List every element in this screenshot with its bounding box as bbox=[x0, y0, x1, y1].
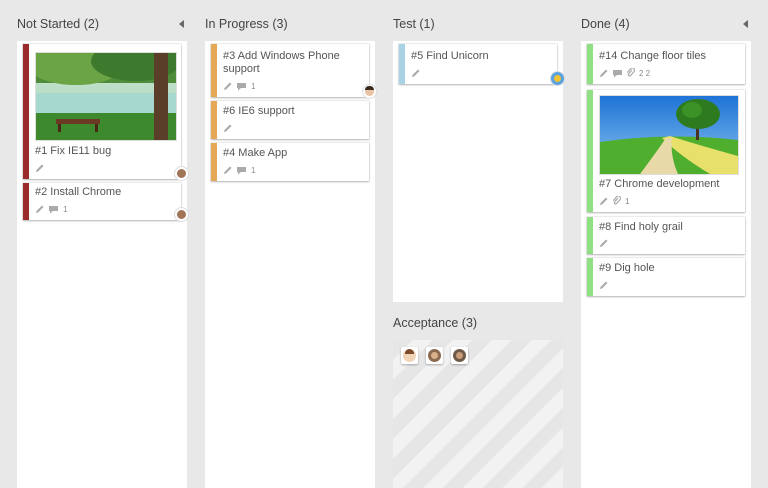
pencil-icon[interactable] bbox=[599, 280, 609, 290]
column-header-done: Done (4) bbox=[581, 10, 751, 38]
column-header-in-progress: In Progress (3) bbox=[205, 10, 375, 38]
acceptance-drop-zone[interactable] bbox=[393, 340, 563, 488]
comment-icon[interactable] bbox=[48, 205, 59, 214]
pencil-icon[interactable] bbox=[599, 196, 609, 206]
attachment-comment-counts: 2 2 bbox=[639, 68, 651, 78]
attachment-count: 1 bbox=[625, 196, 630, 206]
card-image-forest-lake bbox=[35, 52, 177, 141]
pencil-icon[interactable] bbox=[411, 68, 421, 78]
assignee-avatar[interactable] bbox=[174, 166, 189, 181]
card-2[interactable]: #2 Install Chrome 1 bbox=[23, 183, 189, 222]
card-title-line1: #3 Add Windows Phone bbox=[223, 50, 340, 62]
card-title: #9 Dig hole bbox=[599, 262, 655, 274]
pencil-icon[interactable] bbox=[223, 81, 233, 91]
assignee-avatar[interactable] bbox=[550, 71, 565, 86]
paperclip-icon[interactable] bbox=[612, 196, 621, 206]
card-6[interactable]: #6 IE6 support bbox=[211, 101, 369, 139]
card-title: #4 Make App bbox=[223, 147, 288, 159]
column-title: Not Started (2) bbox=[17, 17, 99, 31]
column-title: Test (1) bbox=[393, 17, 435, 31]
paperclip-icon[interactable] bbox=[626, 68, 635, 78]
column-header-not-started: Not Started (2) bbox=[17, 10, 187, 38]
card-title: #8 Find holy grail bbox=[599, 221, 683, 233]
pencil-icon[interactable] bbox=[223, 123, 233, 133]
acceptance-avatar[interactable] bbox=[426, 347, 443, 364]
card-5[interactable]: #5 Find Unicorn bbox=[399, 44, 565, 86]
column-title: In Progress (3) bbox=[205, 17, 288, 31]
card-title: #6 IE6 support bbox=[223, 105, 295, 117]
card-9[interactable]: #9 Dig hole bbox=[587, 258, 745, 296]
card-7[interactable]: #7 Chrome development 1 bbox=[587, 90, 745, 212]
card-title: #2 Install Chrome bbox=[35, 186, 122, 198]
card-title: #14 Change floor tiles bbox=[599, 50, 707, 62]
collapse-arrow-icon[interactable] bbox=[743, 20, 748, 28]
card-1[interactable]: #1 Fix IE11 bug bbox=[23, 44, 189, 181]
collapse-arrow-icon[interactable] bbox=[179, 20, 184, 28]
acceptance-avatar[interactable] bbox=[401, 347, 418, 364]
card-title-line2: support bbox=[223, 63, 260, 75]
assignee-avatar[interactable] bbox=[362, 84, 377, 99]
column-header-test: Test (1) bbox=[393, 10, 563, 38]
comment-icon[interactable] bbox=[236, 82, 247, 91]
comment-count: 1 bbox=[251, 81, 256, 91]
card-4[interactable]: #4 Make App 1 bbox=[211, 143, 369, 181]
pencil-icon[interactable] bbox=[223, 165, 233, 175]
comment-icon[interactable] bbox=[612, 69, 623, 78]
pencil-icon[interactable] bbox=[599, 68, 609, 78]
card-title: #7 Chrome development bbox=[599, 178, 720, 190]
pencil-icon[interactable] bbox=[35, 163, 45, 173]
lane-title: Acceptance (3) bbox=[393, 316, 478, 330]
lane-header-acceptance: Acceptance (3) bbox=[393, 309, 563, 337]
card-14[interactable]: #14 Change floor tiles 2 2 bbox=[587, 44, 745, 84]
card-title: #1 Fix IE11 bug bbox=[35, 145, 112, 157]
comment-count: 1 bbox=[251, 165, 256, 175]
card-3[interactable]: #3 Add Windows Phone support 1 bbox=[211, 44, 377, 99]
pencil-icon[interactable] bbox=[35, 204, 45, 214]
comment-count: 1 bbox=[63, 204, 68, 214]
comment-icon[interactable] bbox=[236, 166, 247, 175]
card-8[interactable]: #8 Find holy grail bbox=[587, 217, 745, 254]
card-image-tree-meadow bbox=[599, 95, 739, 175]
pencil-icon[interactable] bbox=[599, 238, 609, 248]
assignee-avatar[interactable] bbox=[174, 207, 189, 222]
column-title: Done (4) bbox=[581, 17, 630, 31]
acceptance-avatar[interactable] bbox=[451, 347, 468, 364]
card-title: #5 Find Unicorn bbox=[411, 50, 489, 62]
